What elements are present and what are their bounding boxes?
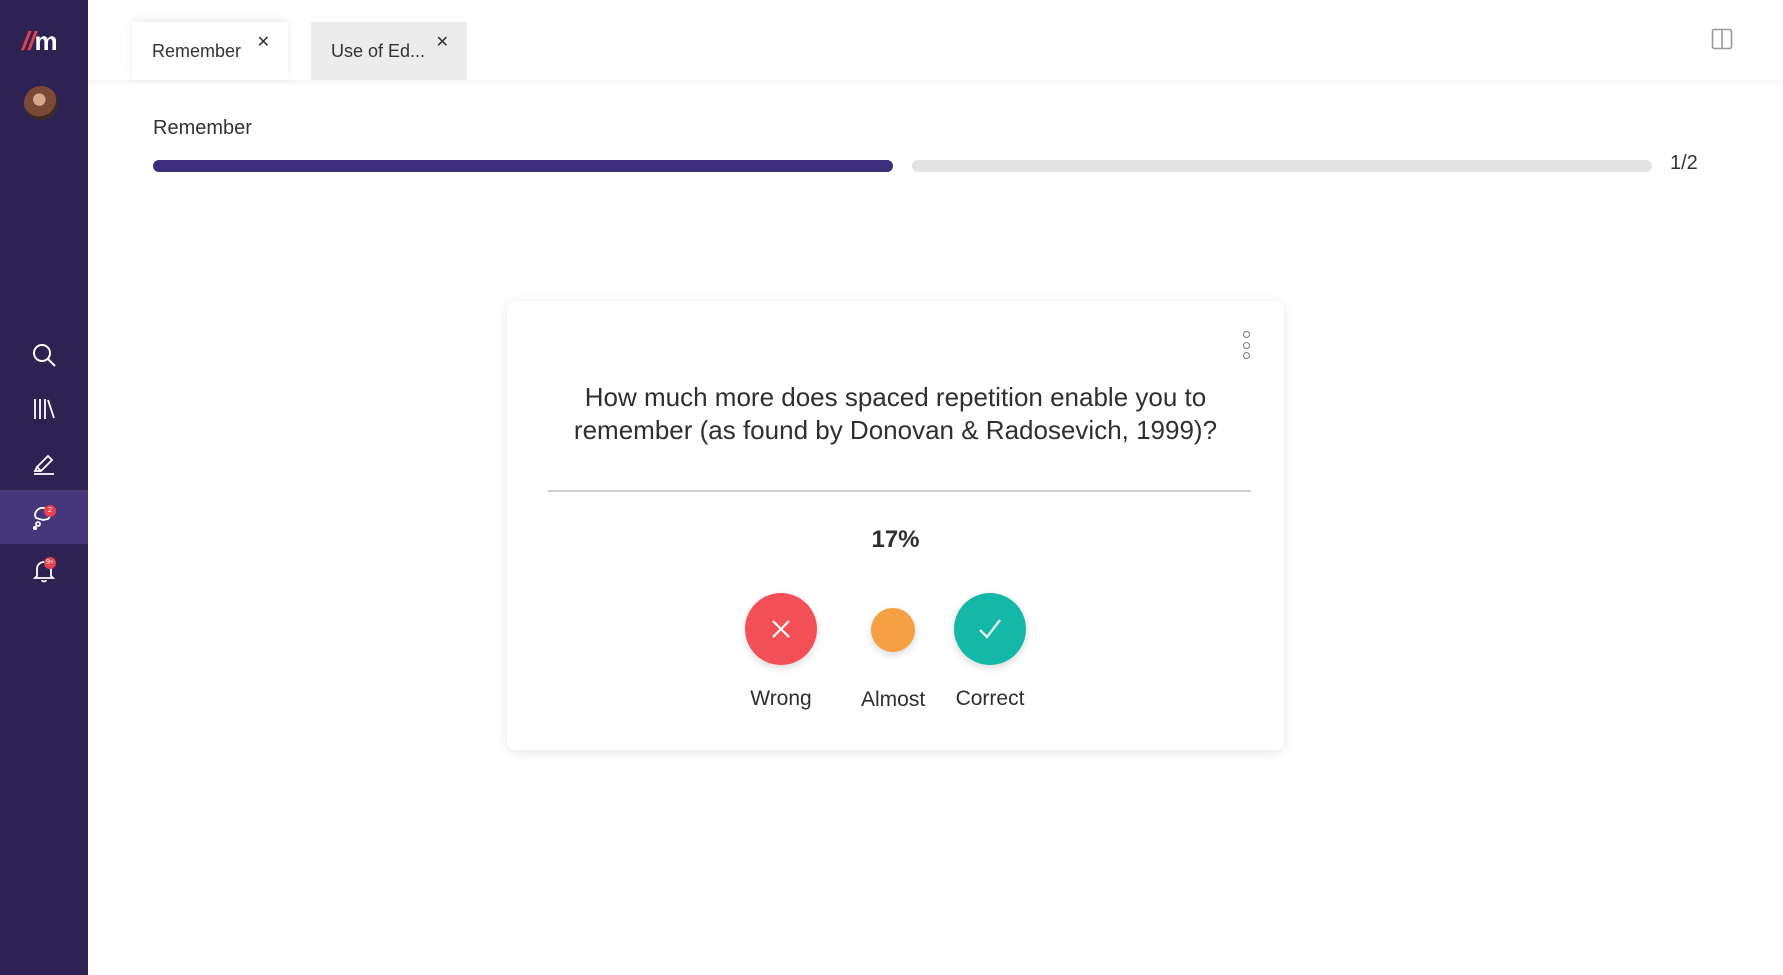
x-icon [772,620,790,638]
tab-label: Remember [152,40,242,61]
rate-label: Wrong [750,687,812,710]
card-question: How much more does spaced repetition ena… [573,382,1218,445]
rate-correct-button[interactable]: Correct [954,593,1026,711]
rate-label: Correct [955,687,1025,710]
progress-count: 1/2 [1670,152,1698,174]
close-icon[interactable]: ✕ [257,32,270,52]
more-options-icon[interactable] [1240,331,1252,359]
card-divider [548,490,1251,492]
flashcard: How much more does spaced repetition ena… [507,301,1284,750]
close-icon[interactable]: ✕ [436,32,449,52]
app-logo[interactable]: //m [22,26,66,62]
session-title: Remember [153,117,252,139]
checkmark-icon [979,619,1001,639]
notification-count-badge: 9+ [44,557,56,569]
rate-label: Almost [861,688,926,711]
tab-label: Use of Ed... [331,40,426,61]
almost-circle[interactable] [871,608,916,652]
tab-bar: Remember ✕ Use of Ed... ✕ [88,0,1783,80]
app-window: //m 2 9+ Remember ✕ Use of Ed... ✕ Remem… [0,0,1783,975]
rate-almost-button[interactable]: Almost [861,608,925,712]
search-icon [33,344,56,367]
progress-segment-2 [912,160,1652,172]
tab-remember[interactable]: Remember ✕ [132,22,288,80]
progress-segment-1 [153,160,893,172]
sidebar-item-review[interactable]: 2 [0,490,88,544]
avatar[interactable] [24,86,58,120]
wrong-circle[interactable] [745,593,817,665]
correct-circle[interactable] [954,593,1026,665]
review-count-badge: 2 [44,505,56,517]
library-icon [34,399,55,419]
split-view-icon[interactable] [1711,28,1733,50]
highlighter-icon [33,454,54,475]
sidebar-item-search[interactable] [0,328,88,382]
card-answer: 17% [871,526,920,553]
sidebar-item-notifications[interactable]: 9+ [0,544,88,598]
sidebar-item-highlights[interactable] [0,436,88,490]
rate-wrong-button[interactable]: Wrong [745,593,817,711]
sidebar-item-library[interactable] [0,382,88,436]
progress-fill [153,160,893,172]
tab-use-of-ed[interactable]: Use of Ed... ✕ [311,22,467,80]
sidebar: //m 2 9+ [0,0,88,975]
